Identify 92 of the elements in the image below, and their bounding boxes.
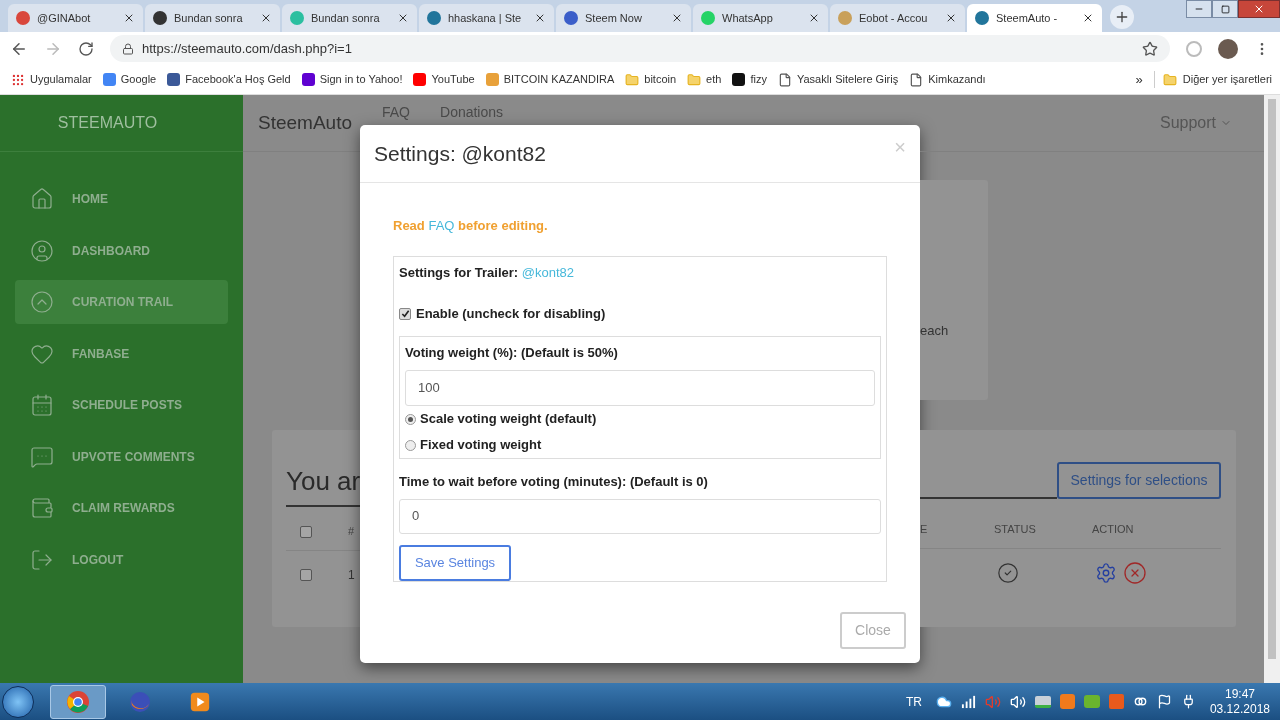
close-icon[interactable] [671, 12, 683, 24]
address-field[interactable]: https://steemauto.com/dash.php?i=1 [110, 35, 1170, 62]
field-label: Time to wait before voting (minutes): (Default is 0) [399, 473, 709, 491]
flag-icon[interactable] [1156, 694, 1172, 709]
wallet-icon [30, 496, 54, 520]
reload-icon[interactable] [78, 40, 94, 57]
dialog-title: Settings: @kont82 [374, 140, 546, 167]
radio-label: Scale voting weight (default) [420, 410, 597, 429]
house-icon [30, 187, 54, 211]
calendar-icon [30, 393, 54, 417]
voting-weight-field[interactable]: 100 [405, 370, 875, 406]
trailer-text: Settings for Trailer: @kont82 [399, 263, 576, 282]
close-icon[interactable] [945, 12, 957, 24]
close-icon [1253, 3, 1265, 15]
bookmark-link[interactable]: eth [684, 71, 725, 88]
scrollbar[interactable] [1264, 95, 1280, 683]
user-icon [30, 238, 54, 263]
minimize-button[interactable] [1186, 0, 1212, 18]
bookmark-link[interactable]: Sign in to Yahoo! [298, 71, 406, 88]
field-label: Voting weight (%): (Default is 50%) [405, 343, 619, 362]
bookmark-link[interactable]: Uygulamalar [8, 71, 95, 88]
card-text: each [920, 323, 949, 338]
page-icon [777, 72, 792, 87]
column-header: # [348, 524, 355, 540]
apps-grid-icon [11, 72, 25, 87]
maximize-button[interactable] [1212, 0, 1238, 18]
radio-label: Fixed voting weight [420, 436, 542, 455]
bookmark-link[interactable]: Google [99, 71, 160, 88]
save-settings-button[interactable]: Save Settings [399, 544, 511, 581]
url-text: https://steemauto.com/dash.php?i=1 [142, 39, 353, 58]
browser-logo-icon [66, 689, 90, 714]
browser-tab[interactable]: hhaskana | Ste [419, 4, 554, 32]
settings-icon[interactable] [1095, 562, 1117, 584]
bookmark-link[interactable]: fizy [729, 71, 770, 88]
table-cell-text: 1 [348, 567, 355, 584]
browser-tab[interactable]: @GINAbot [8, 4, 143, 32]
checkbox-label: Enable (uncheck for disabling) [416, 305, 606, 323]
navbar-brand[interactable]: SteemAuto [258, 108, 352, 138]
page-icon [909, 72, 924, 87]
close-icon[interactable] [808, 12, 820, 24]
profile-avatar[interactable] [1218, 38, 1238, 59]
browser-tab[interactable]: Bundan sonra [145, 4, 280, 32]
folder-icon [1162, 72, 1177, 87]
chevron-circle-icon [30, 290, 54, 314]
wait-time-field[interactable]: 0 [399, 498, 881, 534]
bookmark-link[interactable]: bitcoin [622, 71, 680, 88]
speaker-icon[interactable] [1009, 693, 1026, 710]
close-icon[interactable] [260, 12, 272, 24]
close-window-button[interactable] [1238, 0, 1280, 18]
column-header: ACTION [1092, 522, 1134, 538]
checkbox[interactable] [300, 569, 312, 581]
start-button[interactable] [2, 685, 34, 718]
bookmark-link[interactable]: Kimkazandı [906, 71, 989, 88]
browser-tab[interactable]: Eobot - Accou [830, 4, 965, 32]
browser-tab[interactable]: Bundan sonra [282, 4, 417, 32]
language-indicator[interactable]: TR [905, 692, 922, 711]
check-circle-icon [997, 562, 1019, 584]
media-player-icon [189, 690, 211, 713]
notice-text: Read FAQ before editing. [393, 217, 549, 235]
enable-checkbox[interactable] [399, 307, 411, 320]
section-heading: You ar [286, 466, 361, 496]
lock-icon [122, 42, 134, 55]
radio-button[interactable] [405, 439, 416, 451]
browser-tab[interactable]: SteemAuto - [967, 4, 1102, 32]
sidebar-brand: STEEMAUTO [57, 113, 159, 133]
bookmark-link[interactable]: Diğer yer işaretleri [1153, 71, 1272, 88]
logout-icon [30, 547, 54, 572]
close-icon[interactable] [1082, 12, 1094, 24]
more-bookmarks[interactable]: » [1129, 69, 1149, 90]
chat-icon [30, 444, 54, 469]
column-header: STATUS [994, 522, 1037, 538]
folder-icon [625, 72, 640, 87]
bookmark-link[interactable]: BITCOIN KAZANDIRA [482, 71, 618, 88]
star-icon[interactable] [1142, 40, 1158, 57]
signal-bars-icon[interactable] [960, 694, 976, 709]
clock[interactable]: 19:47 03.12.2018 [1209, 686, 1270, 717]
close-icon[interactable] [123, 12, 135, 24]
browser-tab[interactable]: Steem Now [556, 4, 691, 32]
close-icon[interactable] [397, 12, 409, 24]
close-icon[interactable] [534, 12, 546, 24]
new-tab-button[interactable] [1110, 5, 1134, 29]
radio-button[interactable] [405, 413, 416, 425]
bookmark-link[interactable]: Yasaklı Sitelere Giriş [774, 71, 902, 88]
folder-icon [687, 72, 702, 87]
browser-tab[interactable]: WhatsApp [693, 4, 828, 32]
plus-icon [1114, 9, 1130, 25]
column-header: E [920, 522, 929, 538]
maximize-icon [1220, 4, 1230, 14]
checkbox[interactable] [300, 525, 312, 538]
bookmark-link[interactable]: YouTube [410, 71, 478, 88]
bookmark-link[interactable]: Facebook'a Hoş Geld [164, 71, 294, 88]
taskbar-item[interactable] [50, 684, 106, 719]
